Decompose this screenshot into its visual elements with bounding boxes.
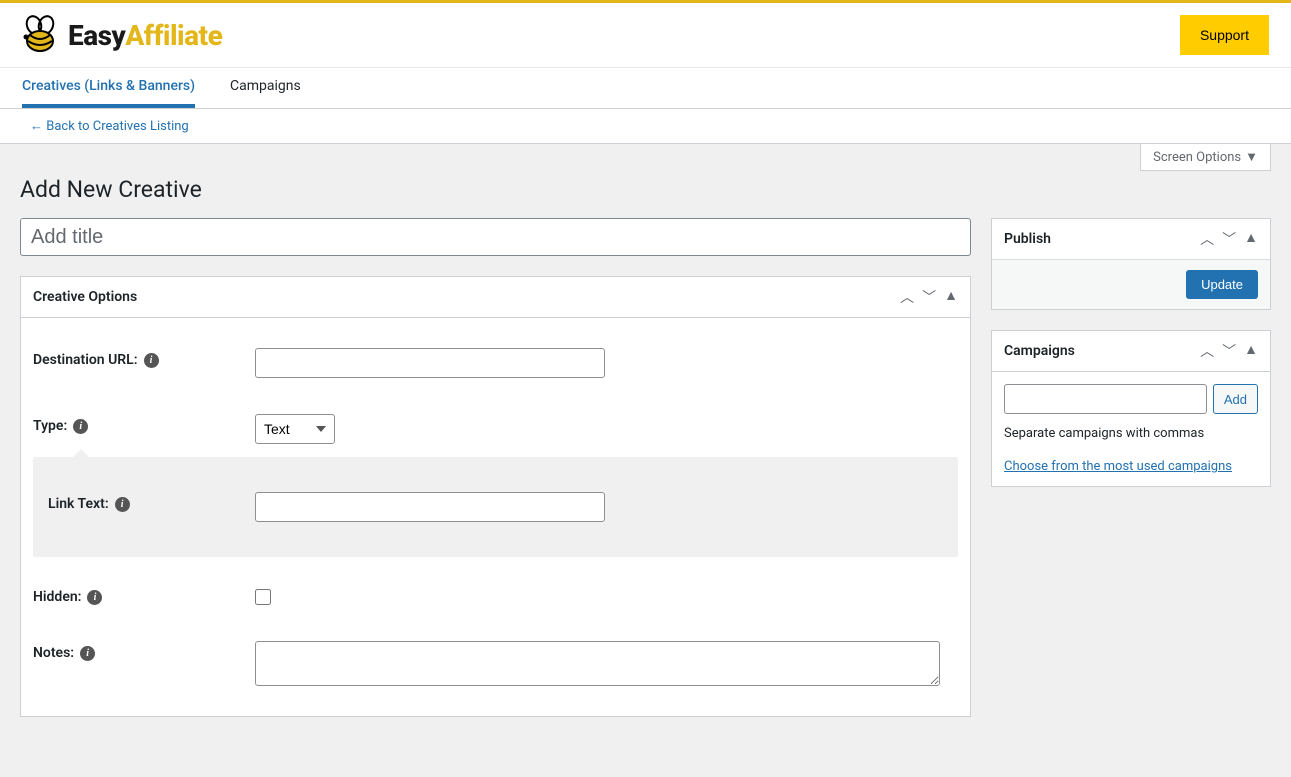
- creative-options-heading: Creative Options: [33, 289, 137, 305]
- dest-url-input[interactable]: [255, 348, 605, 378]
- notes-label: Notes: i: [33, 641, 255, 661]
- type-sub-panel: Link Text: i: [33, 457, 958, 557]
- creative-options-box: Creative Options ︿ ﹀ ▲ Destination URL: …: [20, 276, 971, 717]
- hidden-label: Hidden: i: [33, 585, 255, 605]
- tab-creatives[interactable]: Creatives (Links & Banners): [22, 68, 195, 108]
- notes-textarea[interactable]: [255, 641, 940, 686]
- dest-url-label: Destination URL: i: [33, 348, 255, 368]
- campaigns-input[interactable]: [1004, 384, 1207, 414]
- logo-text: EasyAffiliate: [68, 19, 222, 52]
- screen-options-label: Screen Options: [1153, 150, 1241, 165]
- move-up-icon[interactable]: ︿: [1200, 341, 1214, 361]
- link-text-label: Link Text: i: [48, 492, 255, 512]
- bee-icon: [22, 15, 62, 55]
- move-down-icon[interactable]: ﹀: [1222, 341, 1236, 361]
- move-down-icon[interactable]: ﹀: [922, 287, 936, 307]
- hidden-checkbox[interactable]: [255, 589, 271, 605]
- campaigns-heading: Campaigns: [1004, 343, 1075, 359]
- add-campaign-button[interactable]: Add: [1213, 384, 1258, 414]
- creative-options-header: Creative Options ︿ ﹀ ▲: [21, 277, 970, 318]
- back-bar: ← Back to Creatives Listing: [0, 109, 1291, 144]
- choose-campaigns-link[interactable]: Choose from the most used campaigns: [1004, 459, 1232, 474]
- update-button[interactable]: Update: [1186, 270, 1258, 299]
- publish-heading: Publish: [1004, 231, 1051, 247]
- support-button[interactable]: Support: [1180, 15, 1269, 55]
- type-label: Type: i: [33, 414, 255, 434]
- info-icon[interactable]: i: [115, 497, 130, 512]
- link-text-input[interactable]: [255, 492, 605, 522]
- info-icon[interactable]: i: [144, 353, 159, 368]
- info-icon[interactable]: i: [73, 419, 88, 434]
- campaigns-help-text: Separate campaigns with commas: [1004, 426, 1258, 441]
- page-title: Add New Creative: [20, 176, 1271, 203]
- info-icon[interactable]: i: [87, 590, 102, 605]
- toggle-icon[interactable]: ▲: [944, 287, 958, 307]
- header: EasyAffiliate Support: [0, 3, 1291, 68]
- move-up-icon[interactable]: ︿: [900, 287, 914, 307]
- logo: EasyAffiliate: [22, 15, 222, 55]
- publish-box: Publish ︿ ﹀ ▲ Update: [991, 218, 1271, 310]
- caret-down-icon: ▼: [1245, 149, 1258, 165]
- info-icon[interactable]: i: [80, 646, 95, 661]
- move-up-icon[interactable]: ︿: [1200, 229, 1214, 249]
- screen-options-button[interactable]: Screen Options ▼: [1140, 144, 1271, 171]
- move-down-icon[interactable]: ﹀: [1222, 229, 1236, 249]
- tab-campaigns[interactable]: Campaigns: [230, 68, 301, 108]
- toggle-icon[interactable]: ▲: [1244, 341, 1258, 361]
- title-input[interactable]: [20, 218, 971, 256]
- campaigns-box: Campaigns ︿ ﹀ ▲ Add Separate campaigns w…: [991, 330, 1271, 487]
- tabs: Creatives (Links & Banners) Campaigns: [0, 68, 1291, 109]
- toggle-icon[interactable]: ▲: [1244, 229, 1258, 249]
- type-select[interactable]: Text: [255, 414, 335, 444]
- handle-actions: ︿ ﹀ ▲: [900, 287, 958, 307]
- back-link[interactable]: ← Back to Creatives Listing: [30, 119, 189, 134]
